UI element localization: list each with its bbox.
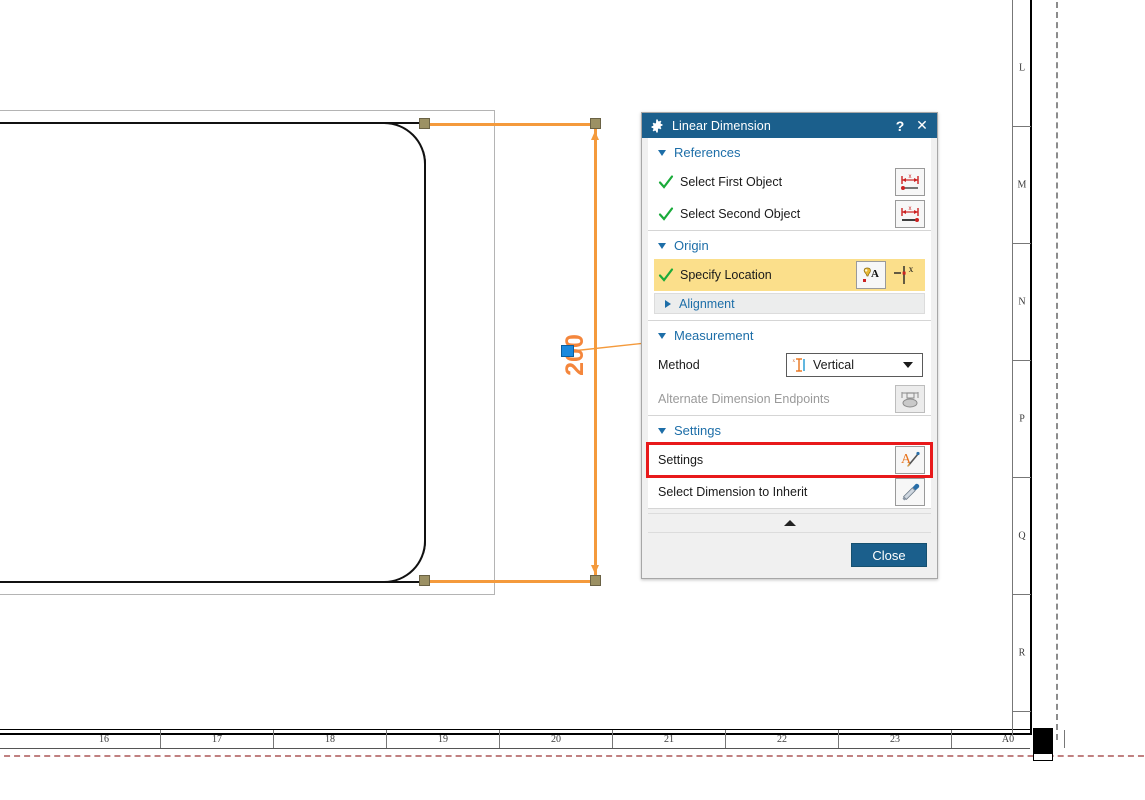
svg-text:A: A	[871, 268, 879, 280]
row-specify-location[interactable]: Specify Location A x	[654, 259, 925, 291]
row-select-first-object[interactable]: Select First Object x	[648, 166, 931, 198]
eyedropper-icon[interactable]	[895, 478, 925, 506]
row-settings[interactable]: Settings A	[646, 442, 933, 478]
annotation-text-icon[interactable]: A	[856, 261, 886, 289]
dimension-extension-line-top[interactable]	[424, 123, 596, 126]
ruler-cell-bottom: 22	[726, 730, 839, 748]
triangle-up-icon	[783, 520, 796, 526]
point-on-curve-icon[interactable]: x	[889, 261, 919, 289]
selection-handle-bottom-right[interactable]	[590, 575, 601, 586]
ruler-cell-bottom: 19	[387, 730, 500, 748]
close-button[interactable]: Close	[851, 543, 927, 567]
label-alignment: Alignment	[679, 296, 735, 311]
label-alternate-dimension-endpoints: Alternate Dimension Endpoints	[658, 392, 830, 406]
style-brush-icon[interactable]: A	[895, 446, 925, 474]
section-header-references[interactable]: References	[648, 138, 931, 166]
checkmark-icon	[658, 207, 674, 221]
dialog-footer: Close	[642, 533, 937, 578]
section-header-settings[interactable]: Settings	[648, 416, 931, 444]
section-references: References Select First Object x Select …	[648, 138, 931, 231]
selection-handle-top-left[interactable]	[419, 118, 430, 129]
svg-text:A: A	[901, 452, 912, 467]
ruler-cell-right: L	[1013, 10, 1031, 127]
vertical-measure-icon: x	[793, 358, 805, 372]
svg-text:x: x	[909, 264, 914, 274]
part-outline-corner-radii	[0, 122, 426, 583]
row-select-second-object[interactable]: Select Second Object x	[648, 198, 931, 230]
ruler-cell-right: R	[1013, 595, 1031, 712]
chevron-down-icon	[658, 242, 666, 249]
selection-handle-bottom-left[interactable]	[419, 575, 430, 586]
dialog-body: References Select First Object x Select …	[642, 138, 937, 578]
section-label-references: References	[674, 145, 741, 160]
ruler-cell-bottom: 16	[48, 730, 161, 748]
row-method: Method x Vertical	[648, 349, 931, 383]
label-method: Method	[658, 358, 700, 372]
label-select-dimension-to-inherit: Select Dimension to Inherit	[658, 485, 808, 499]
section-header-origin[interactable]: Origin	[648, 231, 931, 259]
selection-handle-top-right[interactable]	[590, 118, 601, 129]
ruler-cell-bottom: 17	[161, 730, 274, 748]
close-icon[interactable]: ✕	[911, 114, 933, 137]
section-measurement: Measurement Method x Vertical Alternate …	[648, 321, 931, 416]
svg-text:x: x	[909, 174, 912, 180]
section-label-settings: Settings	[674, 423, 721, 438]
method-value: Vertical	[813, 358, 854, 372]
sheet-corner-block-lower	[1033, 753, 1053, 761]
ruler-cell-bottom: 21	[613, 730, 726, 748]
label-settings: Settings	[658, 453, 704, 467]
dialog-title-text: Linear Dimension	[672, 118, 771, 133]
ruler-cell-bottom: 20	[500, 730, 613, 748]
sheet-ruler-bottom: 16 17 18 19 20 21 22 23 A0	[0, 729, 1065, 749]
help-button[interactable]: ?	[889, 114, 911, 137]
ruler-cell-right: P	[1013, 361, 1031, 478]
section-settings: Settings Settings A Select Dimension to …	[646, 416, 933, 509]
label-specify-location: Specify Location	[680, 268, 772, 282]
row-select-dimension-to-inherit[interactable]: Select Dimension to Inherit	[648, 476, 931, 508]
checkmark-icon	[658, 175, 674, 189]
svg-text:x: x	[793, 359, 796, 364]
select-second-object-icon[interactable]: x	[895, 200, 925, 228]
linear-dimension-dialog[interactable]: Linear Dimension ? ✕ References Select F…	[641, 112, 938, 579]
ruler-cell-right: M	[1013, 127, 1031, 244]
dimension-text-drag-handle[interactable]	[561, 345, 574, 357]
method-select[interactable]: x Vertical	[786, 353, 923, 377]
sheet-margin-dashed-horizontal	[0, 755, 1145, 757]
dimension-value-text[interactable]: 200	[545, 325, 605, 385]
section-label-origin: Origin	[674, 238, 709, 253]
sheet-ruler-right: LMNPQR	[1012, 0, 1031, 735]
row-alternate-dimension-endpoints: Alternate Dimension Endpoints	[648, 383, 931, 415]
ruler-cell-bottom: 18	[274, 730, 387, 748]
select-first-object-icon[interactable]: x	[895, 168, 925, 196]
gear-icon	[651, 119, 663, 132]
dialog-title-bar[interactable]: Linear Dimension ? ✕	[642, 113, 937, 138]
chevron-down-icon	[658, 149, 666, 156]
alternate-endpoints-icon	[895, 385, 925, 413]
sheet-corner-block	[1033, 728, 1053, 753]
row-alignment[interactable]: Alignment	[654, 293, 925, 314]
chevron-right-icon	[665, 299, 671, 308]
label-select-first-object: Select First Object	[680, 175, 783, 189]
checkmark-icon	[658, 268, 674, 282]
ruler-cell-bottom: 23	[839, 730, 952, 748]
section-label-measurement: Measurement	[674, 328, 754, 343]
section-header-measurement[interactable]: Measurement	[648, 321, 931, 349]
ruler-cell-right: N	[1013, 244, 1031, 361]
dimension-arrow-bottom	[591, 565, 599, 574]
chevron-down-icon	[658, 332, 666, 339]
ruler-cell-right: Q	[1013, 478, 1031, 595]
chevron-down-icon[interactable]	[903, 362, 913, 368]
label-select-second-object: Select Second Object	[680, 207, 801, 221]
dimension-arrow-top	[591, 131, 599, 140]
dimension-extension-line-bottom[interactable]	[424, 580, 596, 583]
cad-drawing-canvas[interactable]: 200 16 17 18 19 20 21 22 23 A0 LMNPQR	[0, 0, 1145, 800]
collapse-up-icon[interactable]	[648, 513, 931, 533]
section-origin: Origin Specify Location A x Alignment	[648, 231, 931, 321]
svg-text:x: x	[909, 206, 912, 212]
sheet-margin-dashed-vertical	[1056, 0, 1058, 740]
chevron-down-icon	[658, 427, 666, 434]
